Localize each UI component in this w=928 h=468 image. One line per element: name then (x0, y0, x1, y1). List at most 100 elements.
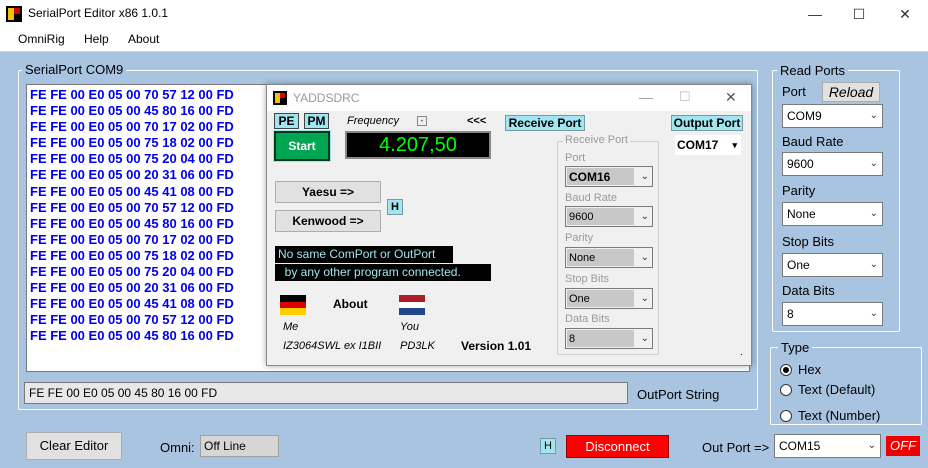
pm-button[interactable]: PM (304, 113, 329, 129)
rp-stop-label: Stop Bits (565, 273, 610, 285)
editor-line: FE FE 00 E0 05 00 70 17 02 00 FD (30, 119, 234, 135)
stop-bits-select[interactable]: One ⌄ (782, 253, 883, 277)
output-port-select[interactable]: COM17 ▾ (675, 135, 741, 155)
yaesu-button[interactable]: Yaesu => (275, 181, 381, 203)
radio-unchecked-icon (780, 384, 792, 396)
rp-data-select[interactable]: 8 ⌄ (565, 328, 653, 349)
baud-rate-value: 9600 (787, 157, 814, 171)
maximize-button[interactable]: ☐ (836, 0, 882, 28)
radio-text-default-label: Text (Default) (798, 382, 876, 397)
frequency-display: 4.207,50 (345, 131, 491, 159)
arrows-button[interactable]: <<< (467, 115, 486, 127)
data-bits-value: 8 (787, 307, 794, 321)
you-label: You (400, 321, 419, 333)
h-indicator-dialog: H (387, 199, 403, 215)
dropdown-arrow-icon: ▾ (732, 140, 737, 150)
baud-rate-label: Baud Rate (782, 134, 844, 149)
data-bits-select[interactable]: 8 ⌄ (782, 302, 883, 326)
chevron-down-icon: ⌄ (640, 252, 649, 263)
chevron-down-icon: ⌄ (869, 259, 878, 270)
message-line-2: by any other program connected. (275, 264, 491, 281)
app-icon (6, 6, 22, 22)
minimize-button[interactable]: — (792, 0, 838, 28)
chevron-down-icon: ⌄ (867, 440, 876, 451)
kenwood-button[interactable]: Kenwood => (275, 210, 381, 232)
rp-baud-value: 9600 (567, 208, 634, 225)
radio-text-number[interactable]: Text (Number) (780, 408, 880, 423)
menu-bar: OmniRig Help About (0, 28, 928, 52)
radio-unchecked-icon (780, 410, 792, 422)
rp-parity-label: Parity (565, 232, 594, 244)
output-port-tag: Output Port (671, 115, 743, 131)
outport-string-label: OutPort String (637, 387, 720, 402)
dialog-title: YADDSDRC (293, 91, 360, 105)
start-button[interactable]: Start (273, 130, 331, 162)
editor-line: FE FE 00 E0 05 00 75 18 02 00 FD (30, 247, 234, 263)
outport-label: Out Port => (702, 440, 770, 455)
rp-stop-select[interactable]: One ⌄ (565, 288, 653, 309)
rp-group-title: Receive Port (563, 134, 630, 146)
stop-bits-value: One (787, 258, 810, 272)
radio-hex[interactable]: Hex (780, 362, 821, 377)
menu-about[interactable]: About (128, 32, 159, 46)
frequency-step-button[interactable]: - (417, 116, 427, 126)
port-label: Port (782, 84, 806, 99)
radio-checked-icon (780, 364, 792, 376)
editor-line: FE FE 00 E0 05 00 70 57 12 00 FD (30, 199, 234, 215)
dialog-title-bar: YADDSDRC — ☐ ✕ (267, 85, 751, 111)
outport-select[interactable]: COM15 ⌄ (774, 434, 881, 458)
parity-select[interactable]: None ⌄ (782, 202, 883, 226)
editor-line: FE FE 00 E0 05 00 20 31 06 00 FD (30, 167, 234, 183)
editor-line: FE FE 00 E0 05 00 45 41 08 00 FD (30, 183, 234, 199)
port-select[interactable]: COM9 ⌄ (782, 104, 883, 128)
editor-line: FE FE 00 E0 05 00 20 31 06 00 FD (30, 280, 234, 296)
dialog-close-button[interactable]: ✕ (725, 89, 737, 106)
chevron-down-icon: ⌄ (640, 171, 649, 182)
disconnect-button[interactable]: Disconnect (566, 435, 669, 458)
rp-data-value: 8 (567, 330, 634, 347)
radio-text-default[interactable]: Text (Default) (780, 382, 875, 397)
outport-string-field[interactable]: FE FE 00 E0 05 00 45 80 16 00 FD (24, 382, 628, 404)
close-button[interactable]: ✕ (882, 0, 928, 28)
chevron-down-icon: ⌄ (869, 158, 878, 169)
editor-line: FE FE 00 E0 05 00 70 57 12 00 FD (30, 87, 234, 102)
dialog-minimize-button[interactable]: — (639, 89, 653, 105)
baud-rate-select[interactable]: 9600 ⌄ (782, 152, 883, 176)
rp-port-select[interactable]: COM16 ⌄ (565, 166, 653, 187)
omni-status-field: Off Line (200, 435, 279, 457)
editor-line: FE FE 00 E0 05 00 70 57 12 00 FD (30, 312, 234, 328)
resize-dot: . (740, 347, 743, 358)
you-callsign: PD3LK (400, 340, 435, 352)
port-select-value: COM9 (787, 109, 822, 123)
dialog-maximize-button[interactable]: ☐ (679, 89, 691, 105)
read-ports-title: Read Ports (777, 63, 849, 78)
receive-port-tag: Receive Port (505, 115, 585, 131)
editor-line: FE FE 00 E0 05 00 75 20 04 00 FD (30, 151, 234, 167)
reload-button[interactable]: Reload (822, 82, 880, 102)
radio-hex-label: Hex (798, 362, 822, 377)
data-bits-label: Data Bits (782, 283, 835, 298)
editor-lines: FE FE 00 E0 05 00 70 57 12 00 FD FE FE 00… (30, 87, 234, 345)
yaddsdrc-dialog: YADDSDRC — ☐ ✕ PE PM Frequency - <<< Rec… (266, 84, 752, 366)
omni-label: Omni: (160, 440, 195, 455)
rp-parity-select[interactable]: None ⌄ (565, 247, 653, 268)
dialog-app-icon (273, 91, 287, 105)
editor-line: FE FE 00 E0 05 00 45 80 16 00 FD (30, 215, 234, 231)
clear-editor-button[interactable]: Clear Editor (26, 432, 122, 460)
version-label: Version 1.01 (461, 339, 532, 353)
pe-button[interactable]: PE (274, 113, 299, 129)
chevron-down-icon: ⌄ (869, 308, 878, 319)
me-label: Me (283, 321, 299, 333)
editor-group-title: SerialPort COM9 (22, 62, 127, 77)
h-indicator: H (540, 438, 556, 454)
output-port-value: COM17 (677, 138, 719, 152)
menu-omnirig[interactable]: OmniRig (18, 32, 65, 46)
about-button[interactable]: About (333, 297, 368, 311)
title-bar: SerialPort Editor x86 1.0.1 — ☐ ✕ (0, 0, 928, 28)
chevron-down-icon: ⌄ (640, 293, 649, 304)
me-callsign: IZ3064SWL ex I1BII (283, 340, 382, 352)
window-title: SerialPort Editor x86 1.0.1 (28, 6, 169, 20)
rp-baud-select[interactable]: 9600 ⌄ (565, 206, 653, 227)
menu-help[interactable]: Help (84, 32, 109, 46)
editor-line: FE FE 00 E0 05 00 45 41 08 00 FD (30, 296, 234, 312)
